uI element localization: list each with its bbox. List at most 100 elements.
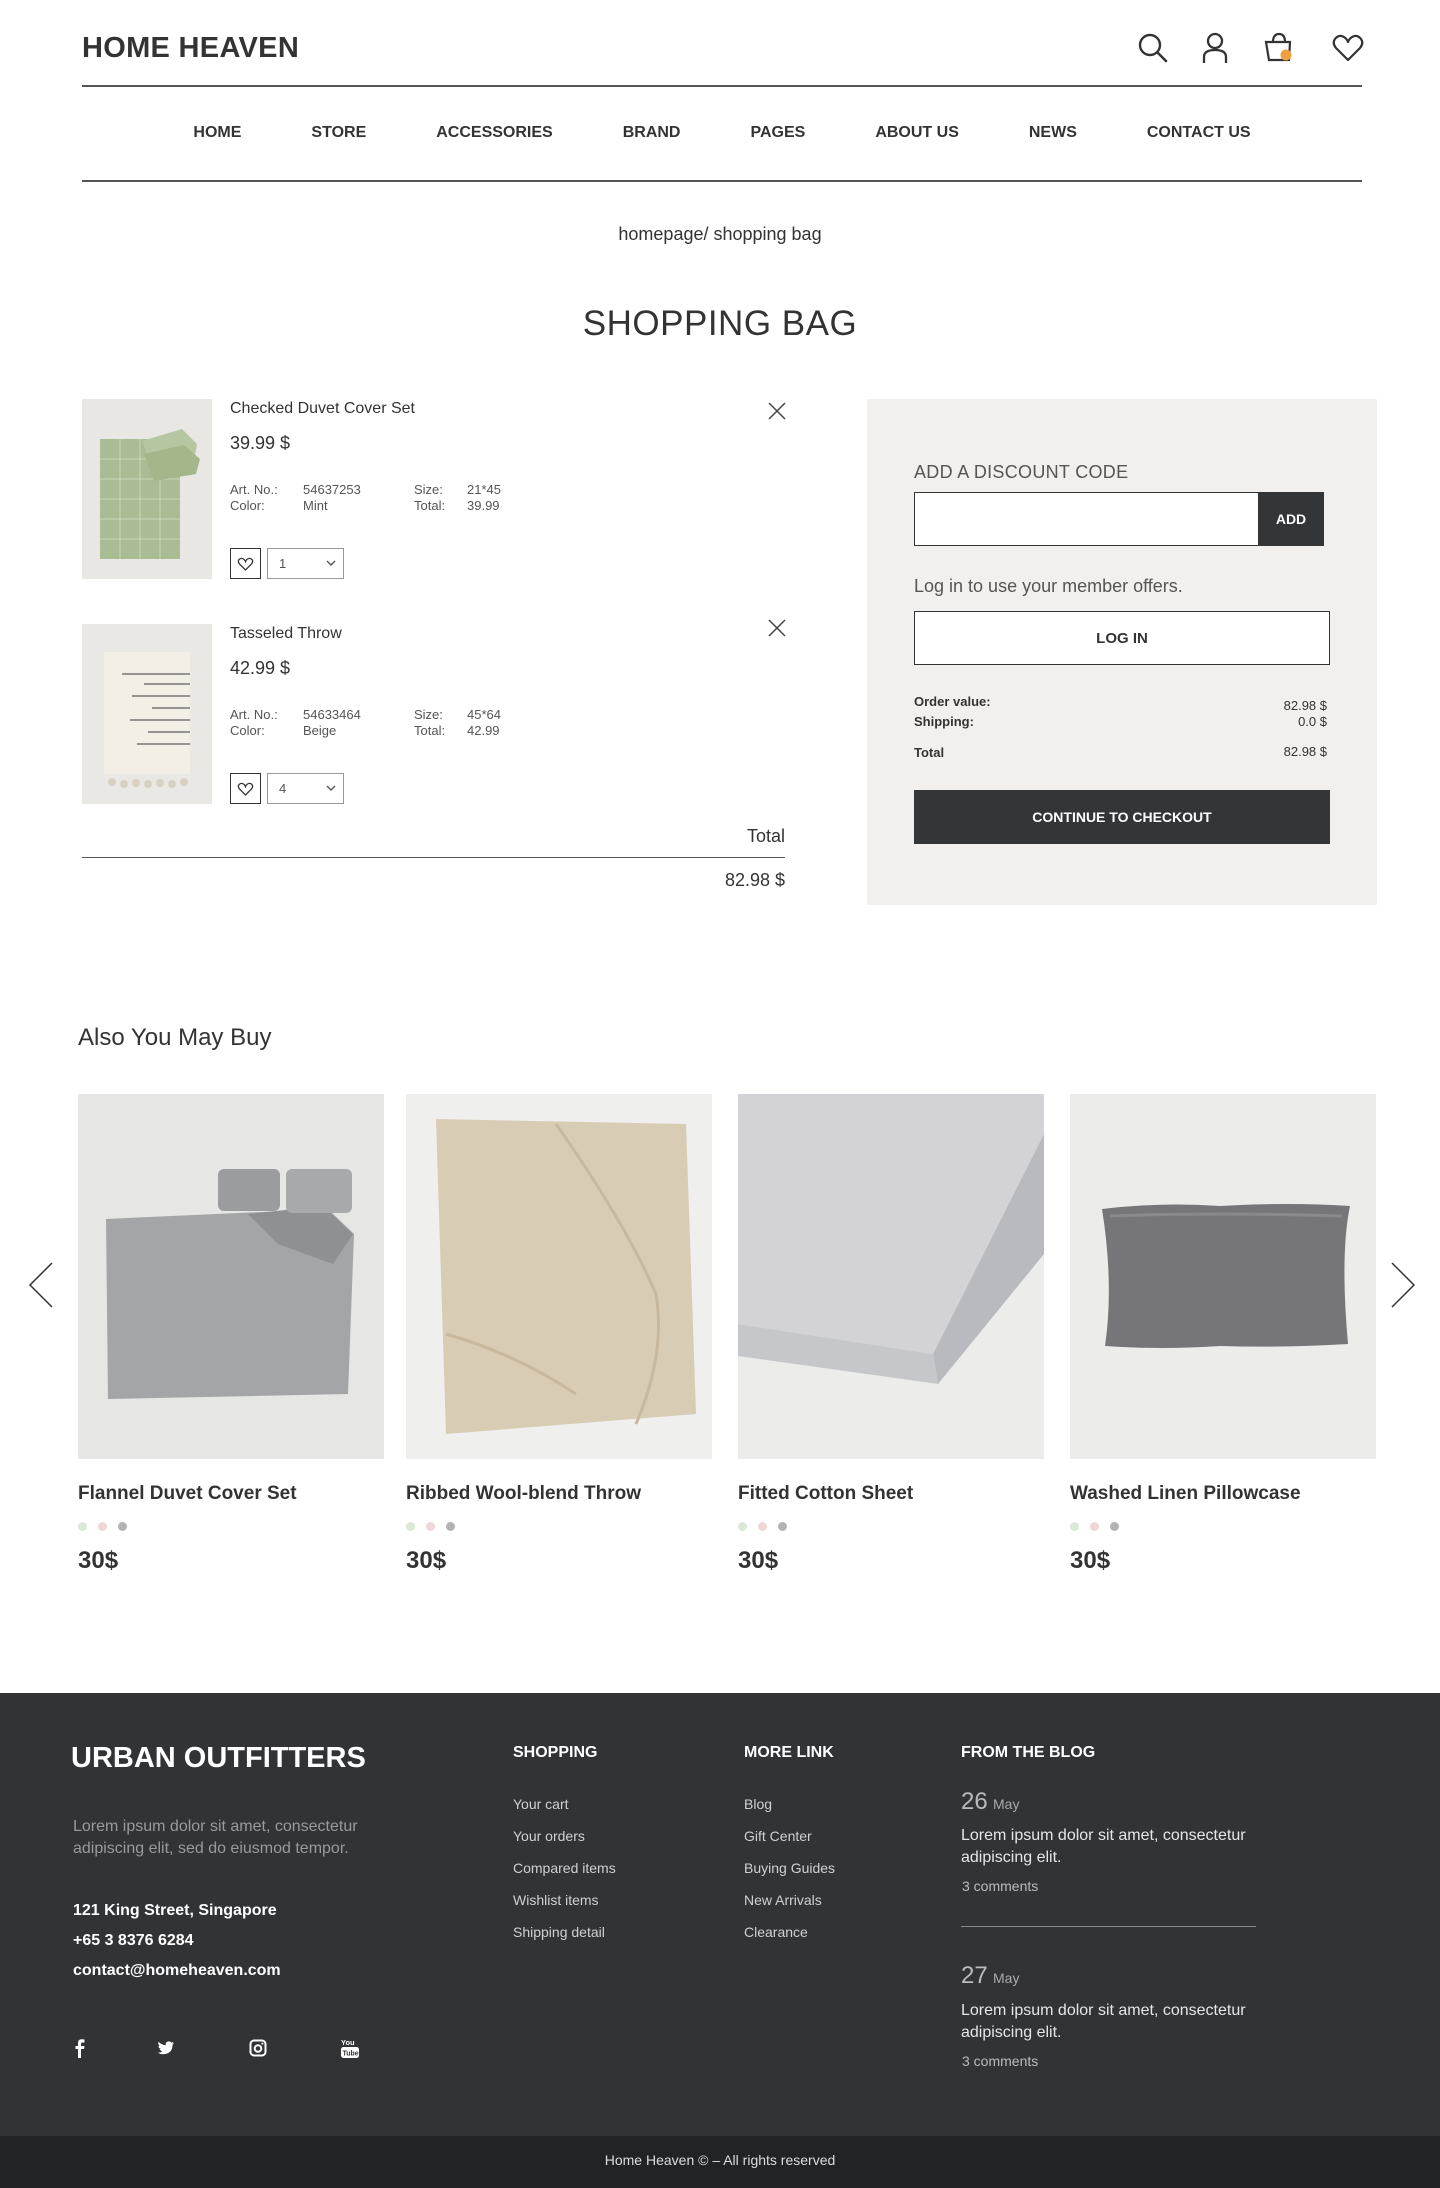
swatch[interactable] — [778, 1522, 787, 1531]
header-divider — [82, 85, 1362, 87]
search-icon[interactable] — [1135, 30, 1171, 66]
blog-divider — [961, 1926, 1256, 1927]
footer-link-gift-center[interactable]: Gift Center — [744, 1828, 812, 1844]
product-image[interactable] — [406, 1094, 712, 1459]
footer-link-new-arrivals[interactable]: New Arrivals — [744, 1892, 822, 1908]
item-total-value: 42.99 — [467, 723, 500, 738]
cart-item-image[interactable] — [82, 624, 212, 804]
login-button[interactable]: LOG IN — [914, 611, 1330, 665]
product-image[interactable] — [738, 1094, 1044, 1459]
swatch[interactable] — [118, 1522, 127, 1531]
heart-icon[interactable] — [1330, 30, 1366, 66]
nav-news[interactable]: NEWS — [1029, 110, 1077, 158]
remove-item-button[interactable] — [766, 617, 788, 639]
blog-post-text[interactable]: Lorem ipsum dolor sit amet, consectetur … — [961, 2000, 1281, 2044]
art-number: 54637253 — [303, 482, 361, 497]
footer-brand: URBAN OUTFITTERS — [71, 1742, 366, 1774]
blog-post-day: 27 — [961, 1962, 988, 1989]
swatch[interactable] — [738, 1522, 747, 1531]
cart-item-name[interactable]: Tasseled Throw — [230, 625, 342, 643]
svg-text:Tube: Tube — [343, 2051, 359, 2058]
nav-contact-us[interactable]: CONTACT US — [1147, 110, 1251, 158]
quantity-select[interactable]: 1 — [267, 548, 344, 579]
quantity-select[interactable]: 4 — [267, 773, 344, 804]
cart-icon[interactable] — [1261, 30, 1297, 66]
youtube-icon[interactable]: You Tube — [340, 2037, 360, 2059]
main-nav: HOME STORE ACCESSORIES BRAND PAGES ABOUT… — [82, 110, 1362, 158]
facebook-icon[interactable] — [72, 2038, 88, 2058]
chevron-right-icon — [1391, 1262, 1416, 1308]
footer-link-your-cart[interactable]: Your cart — [513, 1796, 569, 1812]
checkout-button[interactable]: CONTINUE TO CHECKOUT — [914, 790, 1330, 844]
nav-about-us[interactable]: ABOUT US — [875, 110, 959, 158]
footer-description: Lorem ipsum dolor sit amet, consectetur … — [73, 1818, 358, 1857]
wishlist-button[interactable] — [230, 773, 261, 804]
cart-total-value: 82.98 $ — [724, 870, 785, 890]
footer-link-blog[interactable]: Blog — [744, 1796, 772, 1812]
footer-link-clearance[interactable]: Clearance — [744, 1924, 808, 1940]
carousel-next-button[interactable] — [1388, 1260, 1418, 1310]
footer-link-buying-guides[interactable]: Buying Guides — [744, 1860, 835, 1876]
swatch[interactable] — [758, 1522, 767, 1531]
shipping-label: Shipping: — [914, 714, 974, 729]
quantity-value: 1 — [279, 556, 287, 571]
size-value: 45*64 — [467, 707, 501, 722]
section-title: Also You May Buy — [78, 1024, 272, 1051]
swatch[interactable] — [78, 1522, 87, 1531]
breadcrumb: homepage/ shopping bag — [618, 224, 822, 244]
discount-code-input[interactable] — [914, 492, 1259, 546]
art-label: Art. No.: — [230, 482, 278, 497]
site-logo[interactable]: HOME HEAVEN — [82, 32, 299, 65]
blog-post-comments[interactable]: 3 comments — [962, 1878, 1038, 1894]
color-swatches — [1070, 1518, 1130, 1536]
heart-icon — [237, 782, 254, 796]
footer-link-compared-items[interactable]: Compared items — [513, 1860, 616, 1876]
shipping-value: 0.0 $ — [1298, 714, 1327, 729]
swatch[interactable] — [1090, 1522, 1099, 1531]
user-icon[interactable] — [1197, 30, 1233, 66]
swatch[interactable] — [1110, 1522, 1119, 1531]
wishlist-button[interactable] — [230, 548, 261, 579]
product-price: 30$ — [78, 1547, 119, 1574]
product-name[interactable]: Washed Linen Pillowcase — [1070, 1483, 1301, 1505]
swatch[interactable] — [426, 1522, 435, 1531]
twitter-icon[interactable] — [157, 2040, 175, 2056]
cart-item-price: 42.99 $ — [230, 658, 291, 678]
footer-link-wishlist-items[interactable]: Wishlist items — [513, 1892, 599, 1908]
carousel-prev-button[interactable] — [26, 1260, 56, 1310]
swatch[interactable] — [1070, 1522, 1079, 1531]
login-prompt: Log in to use your member offers. — [914, 576, 1183, 596]
footer-shopping-title: SHOPPING — [513, 1744, 598, 1761]
blog-post-comments[interactable]: 3 comments — [962, 2053, 1038, 2069]
swatch[interactable] — [446, 1522, 455, 1531]
nav-divider — [82, 180, 1362, 182]
swatch[interactable] — [406, 1522, 415, 1531]
size-label: Size: — [414, 482, 443, 497]
nav-home[interactable]: HOME — [193, 110, 241, 158]
product-image[interactable] — [1070, 1094, 1376, 1459]
footer-link-shipping-detail[interactable]: Shipping detail — [513, 1924, 605, 1940]
product-name[interactable]: Ribbed Wool-blend Throw — [406, 1483, 641, 1505]
instagram-icon[interactable] — [249, 2039, 267, 2057]
remove-item-button[interactable] — [766, 400, 788, 422]
color-swatches — [406, 1518, 466, 1536]
nav-brand[interactable]: BRAND — [623, 110, 681, 158]
add-discount-button[interactable]: ADD — [1258, 492, 1324, 546]
art-label: Art. No.: — [230, 707, 278, 722]
product-name[interactable]: Fitted Cotton Sheet — [738, 1483, 913, 1505]
footer-phone[interactable]: +65 3 8376 6284 — [73, 1932, 194, 1950]
product-price: 30$ — [738, 1547, 779, 1574]
footer-link-your-orders[interactable]: Your orders — [513, 1828, 585, 1844]
product-name[interactable]: Flannel Duvet Cover Set — [78, 1483, 297, 1505]
blog-post-text[interactable]: Lorem ipsum dolor sit amet, consectetur … — [961, 1825, 1281, 1869]
swatch[interactable] — [98, 1522, 107, 1531]
footer-email[interactable]: contact@homeheaven.com — [73, 1962, 281, 1980]
cart-item-name[interactable]: Checked Duvet Cover Set — [230, 400, 415, 418]
nav-accessories[interactable]: ACCESSORIES — [436, 110, 552, 158]
cart-item-image[interactable] — [82, 399, 212, 579]
color-value: Mint — [303, 498, 328, 513]
nav-pages[interactable]: PAGES — [750, 110, 805, 158]
product-image[interactable] — [78, 1094, 384, 1459]
nav-store[interactable]: STORE — [311, 110, 366, 158]
page: HOME HEAVEN HOME STORE ACCESSORIES BRAND… — [0, 0, 1440, 2188]
